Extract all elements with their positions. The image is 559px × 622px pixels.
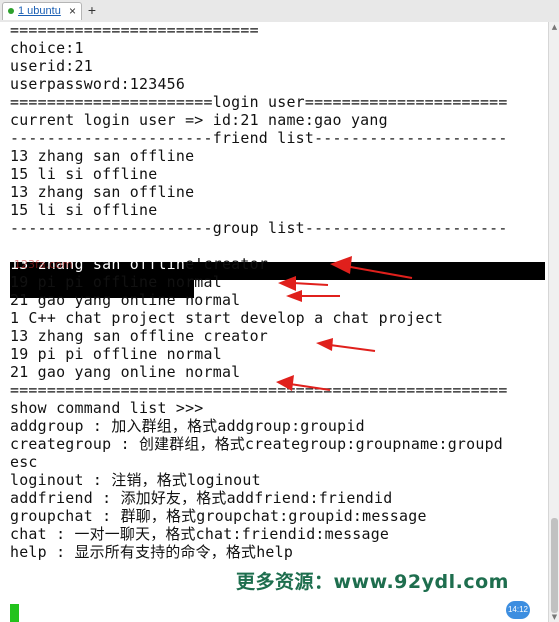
scroll-down-icon[interactable]: ▼	[549, 612, 559, 622]
arrow-annotation	[289, 383, 331, 391]
clock-badge: 14:12	[506, 601, 530, 619]
arrow-head-icon	[276, 375, 294, 391]
arrow-annotation	[344, 265, 413, 279]
arrow-head-icon	[278, 276, 296, 291]
scroll-thumb[interactable]	[551, 518, 558, 613]
arrow-head-icon	[316, 338, 333, 351]
vertical-scrollbar[interactable]: ▲ ▼	[548, 22, 559, 622]
arrow-head-icon	[286, 290, 302, 302]
arrow-head-icon	[330, 256, 352, 274]
arrow-annotation	[329, 344, 376, 352]
arrow-annotation	[292, 282, 329, 286]
annotation-arrows	[276, 256, 413, 391]
watermark: 更多资源：www.92ydl.com	[236, 571, 509, 593]
scroll-up-icon[interactable]: ▲	[549, 22, 559, 32]
